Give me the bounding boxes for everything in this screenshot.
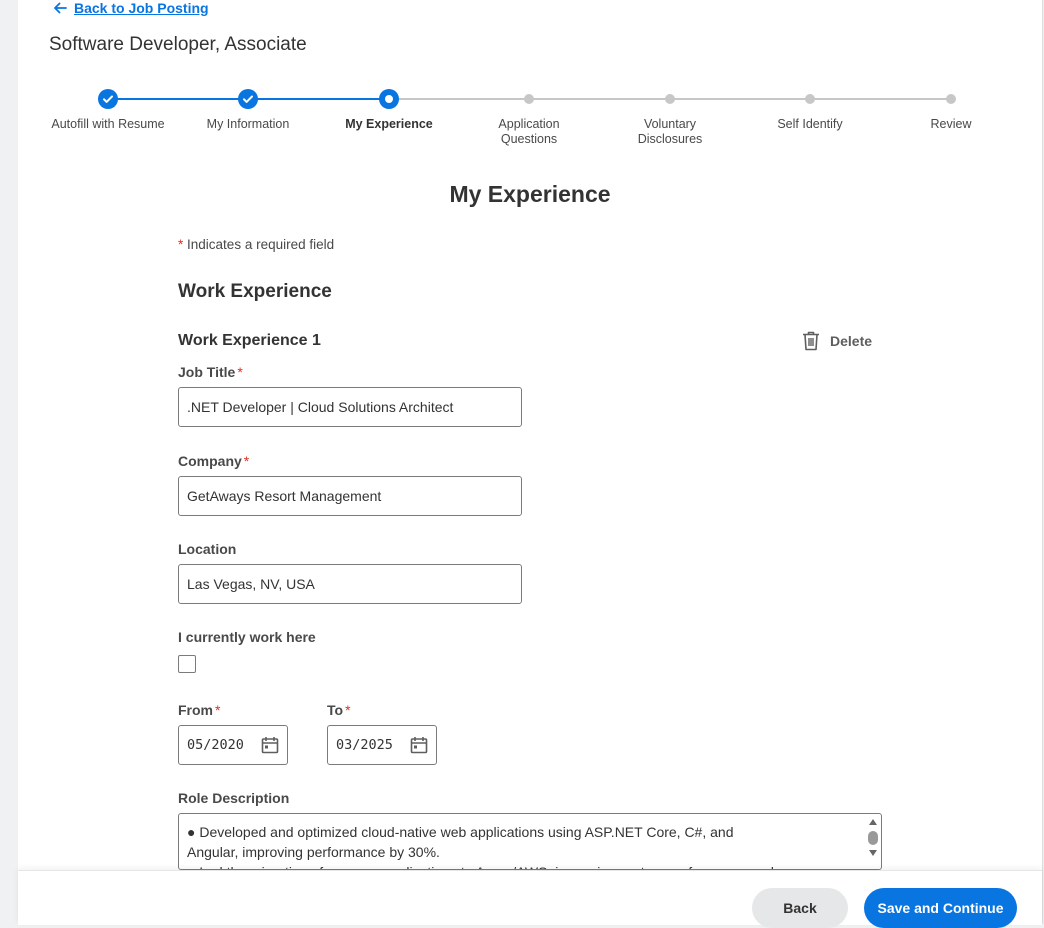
back-button[interactable]: Back <box>752 888 848 928</box>
required-asterisk: * <box>345 702 351 718</box>
current-step-indicator-icon <box>379 89 399 109</box>
required-field-note: * Indicates a required field <box>178 237 334 252</box>
step-label: Review <box>930 117 972 131</box>
pending-step-dot-icon <box>805 94 815 104</box>
to-date-input[interactable]: 03/2025 <box>327 725 437 765</box>
calendar-icon[interactable] <box>261 736 279 754</box>
company-label-text: Company <box>178 453 242 469</box>
job-title-label-text: Job Title <box>178 364 236 380</box>
location-input[interactable]: Las Vegas, NV, USA <box>178 564 522 604</box>
role-description-line: Angular, improving performance by 30%. <box>187 844 440 860</box>
step-my-experience: My Experience <box>319 89 459 132</box>
delete-label[interactable]: Delete <box>830 333 872 349</box>
step-application-questions: Application Questions <box>459 89 599 147</box>
from-label: From * <box>178 702 220 718</box>
scroll-down-icon[interactable] <box>869 850 877 856</box>
step-voluntary-disclosures: Voluntary Disclosures <box>600 89 740 147</box>
from-date-value: 05/2020 <box>187 737 244 753</box>
to-label-text: To <box>327 702 344 718</box>
step-label: My Experience <box>345 117 433 131</box>
delete-work-experience-button[interactable]: Delete <box>802 331 872 351</box>
from-date-input[interactable]: 05/2020 <box>178 725 288 765</box>
currently-work-here-label: I currently work here <box>178 629 316 645</box>
required-asterisk: * <box>237 364 243 380</box>
work-experience-heading: Work Experience <box>178 281 332 302</box>
application-page: Back to Job Posting Software Developer, … <box>18 0 1043 928</box>
footer-action-bar: Back Save and Continue <box>18 870 1042 928</box>
step-label: Voluntary Disclosures <box>637 117 703 146</box>
required-note-text: Indicates a required field <box>187 237 335 252</box>
job-title: Software Developer, Associate <box>49 34 307 55</box>
step-label: Application Questions <box>498 117 560 146</box>
company-label: Company * <box>178 453 249 469</box>
page-heading: My Experience <box>449 181 611 207</box>
to-date-value: 03/2025 <box>336 737 393 753</box>
role-description-label: Role Description <box>178 790 290 806</box>
back-link-label[interactable]: Back to Job Posting <box>74 0 209 16</box>
scroll-up-icon[interactable] <box>869 819 877 825</box>
required-asterisk: * <box>178 237 184 252</box>
pending-step-dot-icon <box>946 94 956 104</box>
required-asterisk: * <box>243 453 250 469</box>
back-to-job-posting-link[interactable]: Back to Job Posting <box>52 0 209 16</box>
save-and-continue-button[interactable]: Save and Continue <box>864 888 1017 928</box>
job-title-input[interactable]: .NET Developer | Cloud Solutions Archite… <box>178 387 522 427</box>
location-label: Location <box>178 541 237 557</box>
currently-work-here-checkbox[interactable] <box>178 655 196 673</box>
role-description-line: ● Developed and optimized cloud-native w… <box>187 824 734 840</box>
calendar-icon[interactable] <box>410 736 428 754</box>
role-description-line: ● Led the migration of on-prem applicati… <box>187 862 861 869</box>
step-label: My Information <box>206 117 290 131</box>
step-autofill-with-resume: Autofill with Resume <box>38 89 178 132</box>
step-review: Review <box>881 89 1021 132</box>
trash-icon <box>803 331 819 351</box>
textarea-scrollbar[interactable] <box>866 815 880 869</box>
pending-step-dot-icon <box>524 94 534 104</box>
pending-step-dot-icon <box>665 94 675 104</box>
step-label: Self Identify <box>777 117 843 131</box>
company-input[interactable]: GetAways Resort Management <box>178 476 522 516</box>
step-label: Autofill with Resume <box>51 117 165 131</box>
to-label: To * <box>327 702 351 718</box>
check-icon <box>238 89 258 109</box>
work-experience-entry-heading: Work Experience 1 <box>178 332 321 349</box>
step-my-information: My Information <box>178 89 318 132</box>
step-self-identify: Self Identify <box>740 89 880 132</box>
scroll-thumb[interactable] <box>868 831 878 845</box>
arrow-left-icon <box>54 2 67 14</box>
job-title-label: Job Title * <box>178 364 243 380</box>
role-description-textarea[interactable]: ● Developed and optimized cloud-native w… <box>178 813 882 870</box>
check-icon <box>98 89 118 109</box>
from-label-text: From <box>178 702 213 718</box>
required-asterisk: * <box>215 702 221 718</box>
